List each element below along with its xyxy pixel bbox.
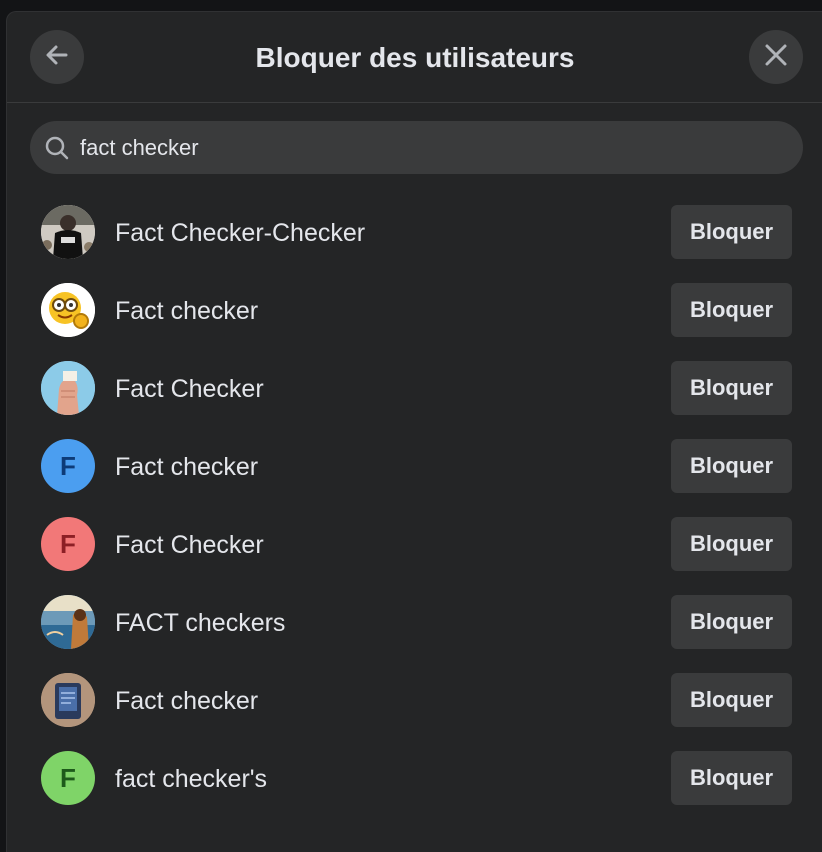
block-button[interactable]: Bloquer bbox=[671, 517, 792, 571]
user-name[interactable]: fact checker's bbox=[115, 765, 267, 794]
list-item: F Fact Checker Bloquer bbox=[7, 507, 822, 585]
list-item: Fact checker Bloquer bbox=[7, 273, 822, 351]
results-list: Fact Checker-Checker Bloquer Fact checke… bbox=[7, 195, 822, 819]
avatar[interactable]: F bbox=[41, 439, 95, 493]
list-item: F Fact checker Bloquer bbox=[7, 429, 822, 507]
block-button[interactable]: Bloquer bbox=[671, 751, 792, 805]
block-button[interactable]: Bloquer bbox=[671, 205, 792, 259]
avatar[interactable]: F bbox=[41, 517, 95, 571]
block-button[interactable]: Bloquer bbox=[671, 439, 792, 493]
close-button[interactable] bbox=[749, 30, 803, 84]
avatar-letter: F bbox=[60, 450, 76, 481]
user-name[interactable]: Fact Checker bbox=[115, 375, 264, 404]
avatar[interactable] bbox=[41, 283, 95, 337]
list-item: FACT checkers Bloquer bbox=[7, 585, 822, 663]
block-users-dialog: Bloquer des utilisateurs fact checker Fa… bbox=[6, 11, 822, 852]
list-item: Fact checker Bloquer bbox=[7, 663, 822, 741]
block-button[interactable]: Bloquer bbox=[671, 595, 792, 649]
dialog-title: Bloquer des utilisateurs bbox=[255, 42, 575, 73]
user-name[interactable]: Fact checker bbox=[115, 297, 258, 326]
avatar[interactable]: F bbox=[41, 751, 95, 805]
list-item: F fact checker's Bloquer bbox=[7, 741, 822, 819]
user-name[interactable]: Fact Checker-Checker bbox=[115, 219, 365, 248]
list-item: Fact Checker-Checker Bloquer bbox=[7, 195, 822, 273]
avatar[interactable] bbox=[41, 205, 95, 259]
block-button[interactable]: Bloquer bbox=[671, 673, 792, 727]
avatar[interactable] bbox=[41, 595, 95, 649]
list-item: Fact Checker Bloquer bbox=[7, 351, 822, 429]
avatar-letter: F bbox=[60, 762, 76, 793]
search-bar[interactable] bbox=[30, 121, 803, 174]
avatar-letter: F bbox=[60, 528, 76, 559]
user-name[interactable]: Fact Checker bbox=[115, 531, 264, 560]
user-name[interactable]: FACT checkers bbox=[115, 609, 285, 638]
close-icon bbox=[763, 42, 789, 73]
user-name[interactable]: Fact checker bbox=[115, 453, 258, 482]
search-icon bbox=[44, 135, 70, 161]
avatar[interactable] bbox=[41, 361, 95, 415]
dialog-header: Bloquer des utilisateurs bbox=[7, 12, 822, 103]
user-name[interactable]: Fact checker bbox=[115, 687, 258, 716]
avatar[interactable] bbox=[41, 673, 95, 727]
block-button[interactable]: Bloquer bbox=[671, 361, 792, 415]
block-button[interactable]: Bloquer bbox=[671, 283, 792, 337]
search-input[interactable] bbox=[78, 133, 762, 162]
